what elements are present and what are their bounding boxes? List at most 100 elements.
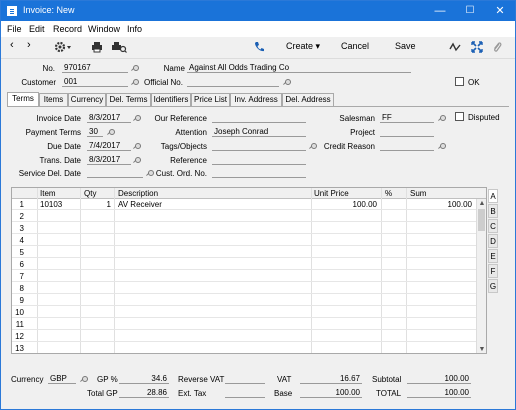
pin-icon[interactable] — [108, 129, 115, 135]
pin-icon[interactable] — [132, 65, 139, 71]
page-tab-g[interactable]: G — [488, 279, 498, 293]
salesman-field[interactable]: FF — [380, 113, 434, 123]
page-tab-b[interactable]: B — [488, 204, 498, 218]
pin-icon[interactable] — [132, 79, 139, 85]
scroll-up-icon[interactable]: ▲ — [477, 199, 486, 208]
cell-qty[interactable]: 1 — [80, 200, 111, 209]
page-tab-a[interactable]: A — [488, 189, 498, 203]
cust-ord-no-field[interactable] — [212, 168, 306, 178]
table-row[interactable]: 6 — [12, 259, 478, 270]
col-unit-price-header[interactable]: Unit Price — [314, 189, 349, 198]
table-row[interactable]: 8 — [12, 283, 478, 294]
pin-icon[interactable] — [134, 143, 141, 149]
table-row[interactable]: 4 — [12, 235, 478, 246]
menu-file[interactable]: File — [7, 24, 22, 34]
create-button[interactable]: Create ▾ — [286, 41, 320, 52]
tab-price-list[interactable]: Price List — [191, 93, 230, 106]
project-field[interactable] — [380, 127, 434, 137]
phone-icon[interactable] — [254, 41, 264, 55]
cell-description[interactable]: AV Receiver — [118, 200, 162, 209]
print-preview-icon[interactable] — [111, 41, 127, 55]
expand-icon[interactable] — [471, 41, 483, 55]
scroll-thumb[interactable] — [478, 209, 485, 231]
tags-objects-field[interactable] — [212, 141, 306, 151]
table-row[interactable]: 3 — [12, 223, 478, 234]
menu-window[interactable]: Window — [88, 24, 120, 34]
table-row[interactable]: 11 — [12, 319, 478, 330]
save-button[interactable]: Save — [395, 41, 416, 51]
col-sum-header[interactable]: Sum — [410, 189, 426, 198]
title-bar[interactable]: Invoice: New — ☐ ✕ — [1, 1, 515, 21]
table-row[interactable]: 7 — [12, 271, 478, 282]
scroll-down-icon[interactable]: ▼ — [477, 345, 486, 353]
menu-info[interactable]: Info — [127, 24, 142, 34]
page-tab-c[interactable]: C — [488, 219, 498, 233]
total-gp-field: 28.86 — [119, 388, 169, 398]
cell-unit-price[interactable]: 100.00 — [311, 200, 377, 209]
page-tab-d[interactable]: D — [488, 234, 498, 248]
table-row[interactable]: 12 — [12, 331, 478, 342]
col-qty-header[interactable]: Qty — [84, 189, 96, 198]
currency-field[interactable]: GBP — [48, 374, 76, 384]
table-row[interactable]: 9 — [12, 295, 478, 306]
minimize-button[interactable]: — — [425, 1, 455, 21]
our-reference-field[interactable] — [212, 113, 306, 123]
gear-icon[interactable] — [53, 40, 73, 56]
pin-icon[interactable] — [439, 115, 446, 121]
official-no-field[interactable] — [187, 77, 279, 87]
tab-inv-address[interactable]: Inv. Address — [230, 93, 282, 106]
attachment-icon[interactable] — [492, 41, 502, 55]
service-del-date-field[interactable] — [87, 168, 143, 178]
disputed-checkbox[interactable] — [455, 112, 464, 121]
menu-record[interactable]: Record — [53, 24, 82, 34]
cancel-button[interactable]: Cancel — [341, 41, 369, 51]
cell-sum[interactable]: 100.00 — [406, 200, 472, 209]
back-button[interactable]: ‹ — [10, 39, 14, 51]
trans-date-field[interactable]: 8/3/2017 — [87, 155, 131, 165]
col-pct-header[interactable]: % — [385, 189, 392, 198]
tab-terms[interactable]: Terms — [7, 92, 39, 106]
col-item-header[interactable]: Item — [40, 189, 56, 198]
tab-identifiers[interactable]: Identifiers — [151, 93, 191, 106]
close-button[interactable]: ✕ — [485, 1, 515, 21]
grid-header: Item Qty Description Unit Price % Sum — [12, 188, 486, 199]
table-row[interactable]: 1 10103 1 AV Receiver 100.00 100.00 — [12, 199, 478, 210]
tab-del-address[interactable]: Del. Address — [282, 93, 334, 106]
tab-del-terms[interactable]: Del. Terms — [106, 93, 151, 106]
table-row[interactable]: 13 — [12, 343, 478, 353]
pin-icon[interactable] — [81, 376, 88, 382]
activity-icon[interactable] — [449, 41, 461, 55]
maximize-button[interactable]: ☐ — [455, 1, 485, 21]
credit-reason-field[interactable] — [380, 141, 434, 151]
col-description-header[interactable]: Description — [118, 189, 158, 198]
page-tab-e[interactable]: E — [488, 249, 498, 263]
table-row[interactable]: 2 — [12, 211, 478, 222]
ok-checkbox[interactable] — [455, 77, 464, 86]
name-field[interactable]: Against All Odds Trading Co — [187, 63, 411, 73]
subtotal-field: 100.00 — [407, 374, 471, 384]
items-grid[interactable]: Item Qty Description Unit Price % Sum 1 … — [11, 187, 487, 354]
print-icon[interactable] — [91, 41, 103, 55]
pin-icon[interactable] — [134, 157, 141, 163]
tab-currency[interactable]: Currency — [68, 93, 106, 106]
no-field[interactable]: 970167 — [62, 63, 128, 73]
pin-icon[interactable] — [310, 143, 317, 149]
due-date-field[interactable]: 7/4/2017 — [87, 141, 131, 151]
cell-item[interactable]: 10103 — [40, 200, 62, 209]
tab-items[interactable]: Items — [39, 93, 68, 106]
pin-icon[interactable] — [284, 79, 291, 85]
menu-edit[interactable]: Edit — [29, 24, 45, 34]
table-row[interactable]: 10 — [12, 307, 478, 318]
pin-icon[interactable] — [439, 143, 446, 149]
page-tab-f[interactable]: F — [488, 264, 498, 278]
pin-icon[interactable] — [134, 115, 141, 121]
reference-field[interactable] — [212, 155, 306, 165]
customer-field[interactable]: 001 — [62, 77, 128, 87]
vertical-scrollbar[interactable]: ▲ ▼ — [476, 199, 486, 353]
invoice-date-field[interactable]: 8/3/2017 — [87, 113, 131, 123]
forward-button[interactable]: › — [27, 39, 31, 51]
payment-terms-field[interactable]: 30 — [87, 127, 103, 137]
gp-pct-label: GP % — [97, 375, 118, 384]
attention-field[interactable]: Joseph Conrad — [212, 127, 306, 137]
table-row[interactable]: 5 — [12, 247, 478, 258]
